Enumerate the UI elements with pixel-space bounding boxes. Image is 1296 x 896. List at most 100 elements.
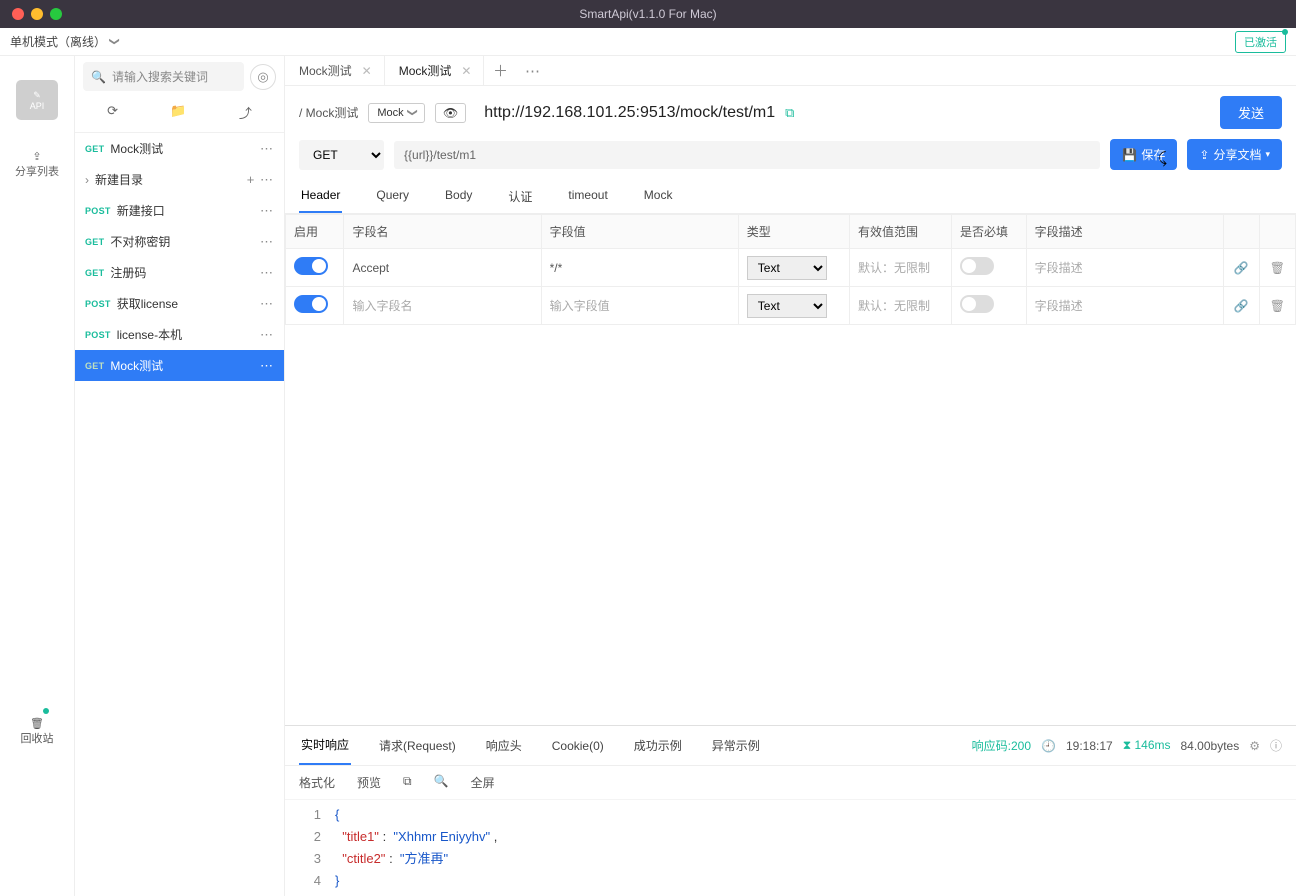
header-tab[interactable]: Header xyxy=(299,180,342,213)
method-badge: POST xyxy=(85,206,111,216)
hourglass-icon: ⧗ 146ms xyxy=(1123,738,1171,753)
tool-button[interactable]: 预览 xyxy=(357,774,381,791)
field-value-input[interactable] xyxy=(550,261,730,275)
info-icon[interactable]: ⓘ xyxy=(1270,737,1282,754)
close-window[interactable] xyxy=(12,8,24,20)
maximize-window[interactable] xyxy=(50,8,62,20)
response-tab[interactable]: 异常示例 xyxy=(710,727,762,764)
header-tab[interactable]: Mock xyxy=(642,180,675,213)
required-toggle[interactable] xyxy=(960,295,994,313)
tool-button[interactable]: 全屏 xyxy=(471,774,495,791)
item-menu[interactable]: ⋯ xyxy=(260,358,274,374)
required-toggle[interactable] xyxy=(960,257,994,275)
header-tab[interactable]: timeout xyxy=(566,180,609,213)
sidebar-item[interactable]: POSTlicense-本机⋯ xyxy=(75,319,284,350)
sidebar-item[interactable]: GET 注册码 ⋯ xyxy=(75,257,284,288)
api-name: 获取license xyxy=(117,295,178,312)
tool-button[interactable]: 格式化 xyxy=(299,774,335,791)
response-tab[interactable]: 成功示例 xyxy=(632,727,684,764)
link-icon[interactable]: 🔗 xyxy=(1232,261,1251,275)
window-title: SmartApi(v1.1.0 For Mac) xyxy=(579,7,716,21)
response-code: 响应码:200 xyxy=(972,737,1031,754)
tool-button[interactable]: 🔍 xyxy=(434,774,449,791)
enable-toggle[interactable] xyxy=(294,295,328,313)
response-body[interactable]: { "title1" : "Xhhmr Eniyyhv" , "ctitle2"… xyxy=(335,804,497,892)
clock-icon: 🕘 xyxy=(1041,739,1056,753)
save-icon: 💾 xyxy=(1122,148,1137,162)
activation-badge[interactable]: 已激活 xyxy=(1235,31,1286,53)
field-value-input[interactable] xyxy=(550,299,730,313)
table-row: Text默认：无限制🔗🗑 xyxy=(286,249,1296,287)
send-button[interactable]: 发送 xyxy=(1220,96,1282,129)
delete-icon[interactable]: 🗑 xyxy=(1268,299,1287,313)
desc-input[interactable] xyxy=(1035,261,1215,275)
method-badge: GET xyxy=(85,268,104,278)
share-doc-button[interactable]: ⇪分享文档 ▾ xyxy=(1187,139,1282,170)
settings-button[interactable]: ◎ xyxy=(250,64,276,90)
gear-icon: ◎ xyxy=(257,69,268,85)
tab-mock-2[interactable]: Mock测试✕ xyxy=(385,56,485,85)
tab-menu-button[interactable]: ⋯ xyxy=(516,62,548,80)
item-menu[interactable]: ⋯ xyxy=(260,327,274,343)
api-name: 注册码 xyxy=(110,264,146,281)
sidebar-item[interactable]: POST获取license⋯ xyxy=(75,288,284,319)
api-name: Mock测试 xyxy=(110,357,163,374)
headers-table: 启用字段名字段值类型有效值范围是否必填字段描述 Text默认：无限制🔗🗑Text… xyxy=(285,214,1296,325)
tool-button[interactable]: ⧉ xyxy=(403,774,412,791)
method-badge: GET xyxy=(85,361,104,371)
close-icon[interactable]: ✕ xyxy=(461,64,471,78)
copy-icon[interactable]: ⧉ xyxy=(785,105,794,121)
response-tab[interactable]: 实时响应 xyxy=(299,726,351,765)
save-button[interactable]: 💾保存 xyxy=(1110,139,1177,170)
method-badge: POST xyxy=(85,330,111,340)
mode-selector[interactable]: 单机模式（离线） ❯ xyxy=(10,33,118,50)
sidebar-item[interactable]: › 新建目录 + ⋯ xyxy=(75,164,284,195)
close-icon[interactable]: ✕ xyxy=(362,64,372,78)
header-tab[interactable]: Query xyxy=(374,180,411,213)
enable-toggle[interactable] xyxy=(294,257,328,275)
item-menu[interactable]: ⋯ xyxy=(260,265,274,281)
mock-toggle[interactable]: Mock ❯ xyxy=(368,103,425,123)
minimize-window[interactable] xyxy=(31,8,43,20)
new-tab-button[interactable]: ＋ xyxy=(484,60,516,81)
search-input[interactable]: 🔍 请输入搜索关键词 xyxy=(83,62,244,91)
sidebar-item[interactable]: POST新建接口⋯ xyxy=(75,195,284,226)
header-tab[interactable]: Body xyxy=(443,180,474,213)
cursor-icon: ⤹ xyxy=(1158,150,1167,167)
field-name-input[interactable] xyxy=(352,299,532,313)
field-name-input[interactable] xyxy=(352,261,532,275)
sidebar-item[interactable]: GET Mock测试 ⋯ xyxy=(75,350,284,381)
chevron-right-icon: › xyxy=(85,173,89,187)
table-row: Text默认：无限制🔗🗑 xyxy=(286,287,1296,325)
tab-mock-1[interactable]: Mock测试✕ xyxy=(285,56,385,85)
pencil-icon: ✎ xyxy=(33,90,41,101)
response-tab[interactable]: 请求(Request) xyxy=(377,727,458,764)
type-select[interactable]: Text xyxy=(747,256,827,280)
gear-icon[interactable]: ⚙ xyxy=(1249,739,1260,753)
item-menu[interactable]: + ⋯ xyxy=(247,172,274,188)
item-menu[interactable]: ⋯ xyxy=(260,141,274,157)
type-select[interactable]: Text xyxy=(747,294,827,318)
item-menu[interactable]: ⋯ xyxy=(260,234,274,250)
link-icon[interactable]: 🔗 xyxy=(1232,299,1251,313)
delete-icon[interactable]: 🗑 xyxy=(1268,261,1287,275)
path-input[interactable]: {{url}}/test/m1 xyxy=(394,141,1100,169)
header-tab[interactable]: 认证 xyxy=(506,180,534,213)
folder-icon[interactable]: 📁 xyxy=(156,101,200,124)
method-select[interactable]: GET xyxy=(299,140,384,170)
response-tab[interactable]: Cookie(0) xyxy=(550,729,606,763)
api-name: 新建目录 xyxy=(95,171,143,188)
refresh-icon[interactable]: ⟳ xyxy=(93,101,132,124)
item-menu[interactable]: ⋯ xyxy=(260,296,274,312)
sidebar-item[interactable]: GETMock测试⋯ xyxy=(75,133,284,164)
response-size: 84.00bytes xyxy=(1181,739,1240,753)
upload-icon[interactable]: ⤴ xyxy=(225,101,266,124)
visibility-toggle[interactable]: 👁 xyxy=(435,103,466,123)
response-tab[interactable]: 响应头 xyxy=(484,727,524,764)
api-module-button[interactable]: ✎ API xyxy=(16,80,58,120)
trash-nav[interactable]: 🗑 回收站 xyxy=(21,705,54,746)
item-menu[interactable]: ⋯ xyxy=(260,203,274,219)
share-list-nav[interactable]: ⇪ 分享列表 xyxy=(15,150,59,179)
desc-input[interactable] xyxy=(1035,299,1215,313)
sidebar-item[interactable]: GET不对称密钥⋯ xyxy=(75,226,284,257)
